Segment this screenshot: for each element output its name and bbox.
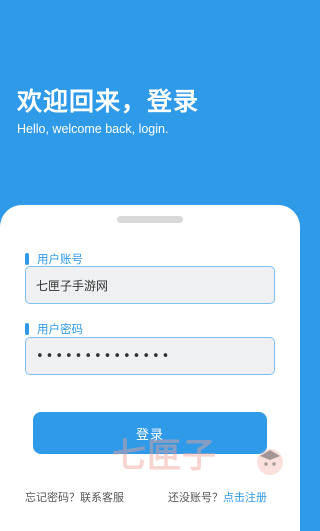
- status-bar: [0, 0, 300, 20]
- register-prompt: 还没账号？点击注册: [168, 489, 267, 505]
- mascot-logo-icon: [257, 449, 283, 475]
- account-label: 用户账号: [37, 252, 83, 266]
- page-subtitle: Hello, welcome back, login.: [17, 122, 169, 136]
- hero-header: 欢迎回来，登录 Hello, welcome back, login.: [17, 86, 199, 136]
- register-link[interactable]: 点击注册: [223, 491, 267, 504]
- account-value: 七匣子手游网: [36, 278, 109, 293]
- password-label-row: 用户密码: [25, 321, 83, 337]
- password-input[interactable]: ••••••••••••••: [25, 337, 275, 375]
- password-label: 用户密码: [37, 322, 83, 336]
- page-title: 欢迎回来，登录: [17, 87, 200, 116]
- login-card: 用户账号 七匣子手游网 用户密码 •••••••••••••• 登录 忘记密码？…: [0, 205, 300, 531]
- account-label-row: 用户账号: [25, 251, 83, 267]
- sheet-handle: [117, 216, 183, 223]
- password-value: ••••••••••••••: [36, 348, 172, 364]
- no-account-text: 还没账号？: [168, 491, 223, 504]
- forgot-password-link[interactable]: 忘记密码？联系客服: [25, 489, 124, 505]
- login-button[interactable]: 登录: [33, 412, 267, 454]
- label-accent-bar: [25, 253, 29, 265]
- label-accent-bar: [25, 323, 29, 335]
- account-input[interactable]: 七匣子手游网: [25, 266, 275, 304]
